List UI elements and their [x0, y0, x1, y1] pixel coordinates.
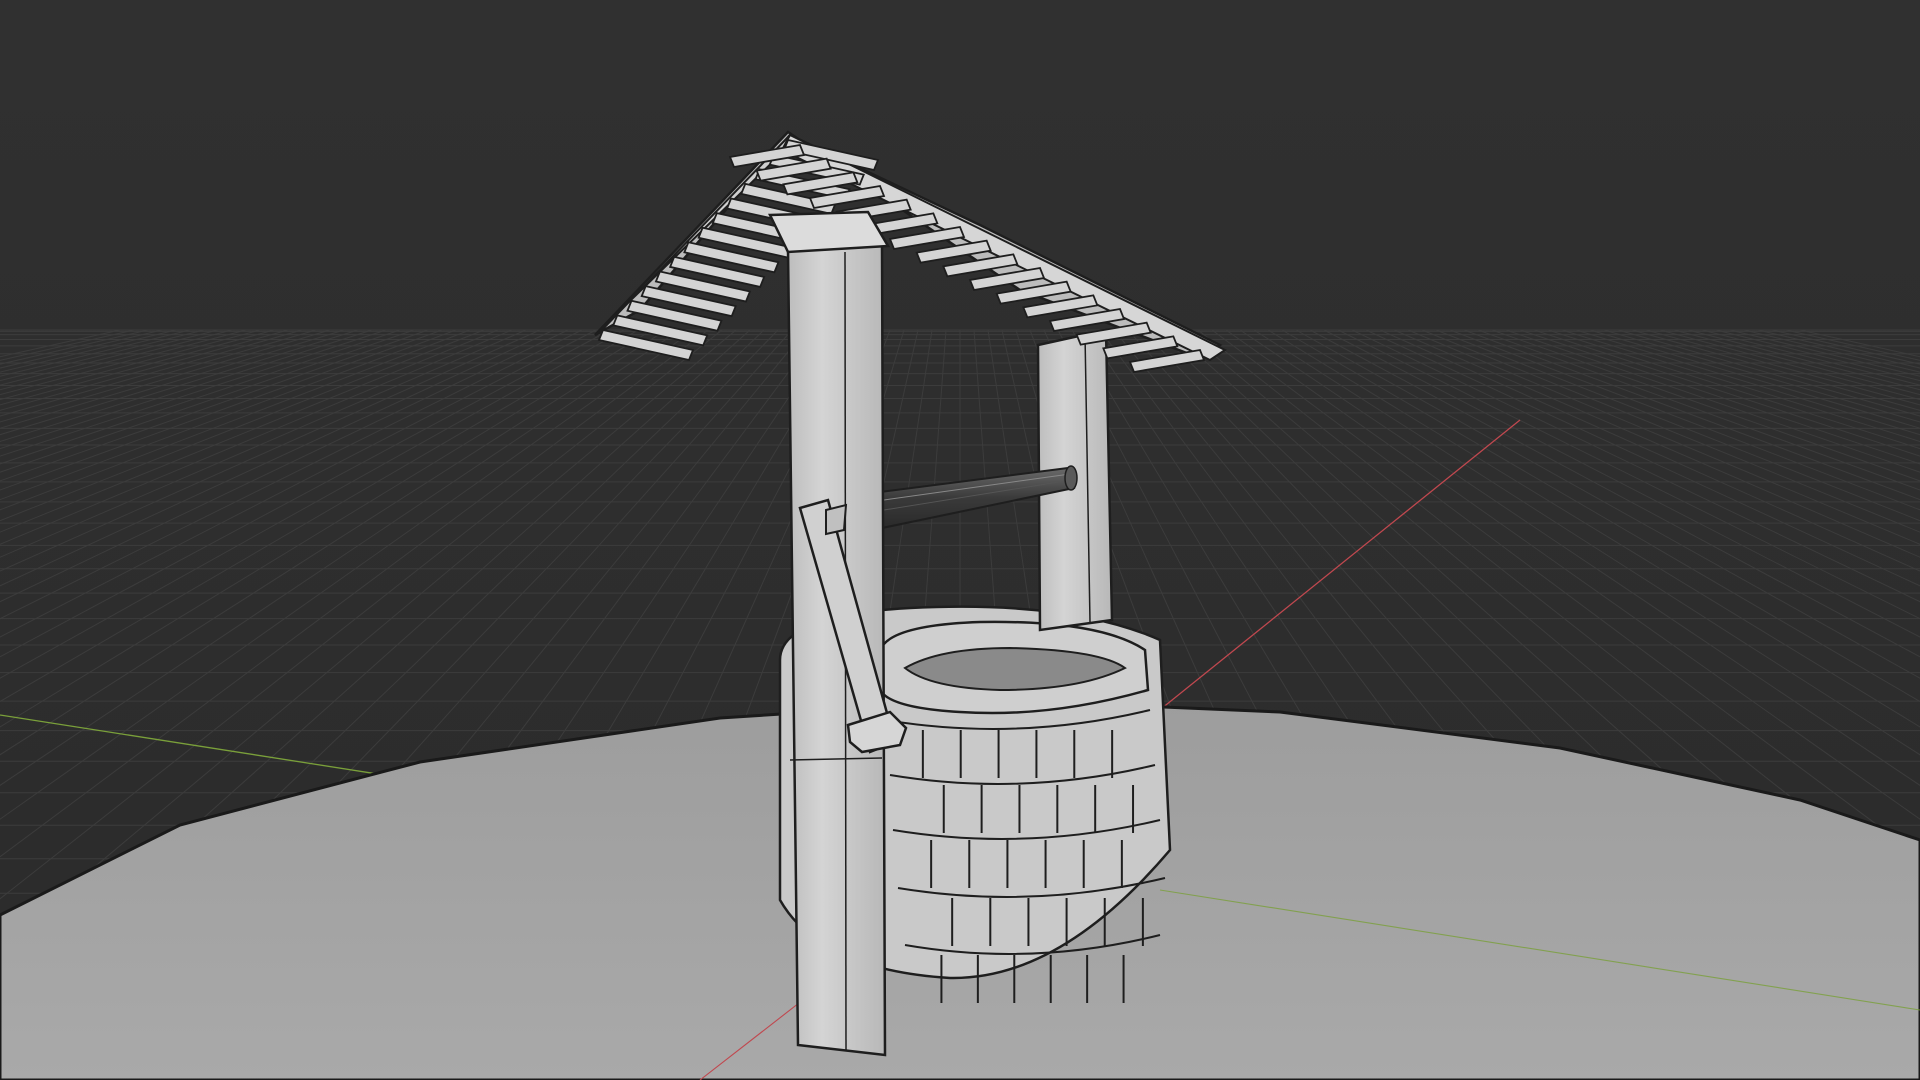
3d-viewport[interactable] — [0, 0, 1920, 1080]
